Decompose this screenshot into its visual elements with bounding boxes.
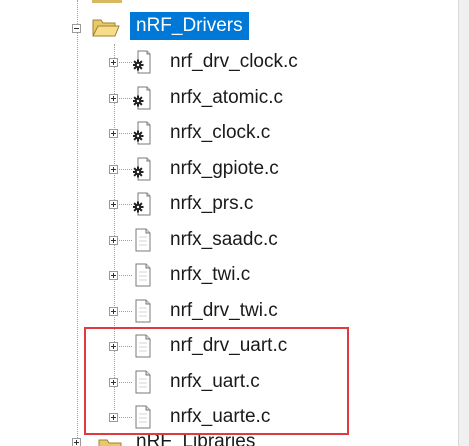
expand-icon[interactable] [109, 307, 118, 316]
c-file-icon [133, 228, 151, 252]
folder-label[interactable]: nRF_Drivers [130, 12, 249, 40]
file-label[interactable]: nrfx_gpiote.c [170, 157, 279, 181]
expand-icon[interactable] [109, 58, 118, 67]
file-label[interactable]: nrfx_atomic.c [170, 86, 283, 110]
expand-icon[interactable] [109, 342, 118, 351]
file-label[interactable]: nrfx_uart.c [170, 370, 260, 394]
expand-icon[interactable] [109, 165, 118, 174]
c-file-icon [133, 299, 151, 323]
expand-icon[interactable] [72, 438, 81, 446]
expand-icon[interactable] [109, 236, 118, 245]
expand-icon[interactable] [109, 94, 118, 103]
c-file-icon [133, 334, 151, 358]
c-file-icon [133, 370, 151, 394]
project-tree: nRF_Drivers nrf_drv_clock.c nrfx_atomic.c… [0, 0, 458, 446]
tree-file-item[interactable]: nrfx_uart.c [0, 366, 458, 400]
file-label[interactable]: nrf_drv_twi.c [170, 299, 278, 323]
closed-folder-icon [98, 439, 122, 446]
file-label[interactable]: nrfx_prs.c [170, 192, 253, 216]
tree-file-item[interactable]: nrfx_saadc.c [0, 224, 458, 258]
expand-icon[interactable] [109, 200, 118, 209]
tree-file-item[interactable]: nrf_drv_twi.c [0, 295, 458, 329]
tree-file-item[interactable]: nrf_drv_uart.c [0, 330, 458, 364]
tree-file-item[interactable]: nrfx_clock.c [0, 117, 458, 151]
file-label[interactable]: nrf_drv_uart.c [170, 334, 287, 358]
tree-file-item[interactable]: nrfx_twi.c [0, 259, 458, 293]
file-label[interactable]: nrfx_clock.c [170, 121, 270, 145]
expand-icon[interactable] [109, 413, 118, 422]
tree-folder-nrf-drivers[interactable]: nRF_Drivers [0, 12, 458, 46]
file-label[interactable]: nrf_drv_clock.c [170, 50, 298, 74]
tree-folder-nrf-libraries[interactable]: nRF_Libraries [0, 430, 458, 446]
collapse-icon[interactable] [72, 24, 81, 33]
c-file-with-gear-icon [132, 121, 151, 145]
file-label[interactable]: nrfx_twi.c [170, 263, 250, 287]
tree-file-item[interactable]: nrf_drv_clock.c [0, 46, 458, 80]
c-file-icon [133, 263, 151, 287]
c-file-with-gear-icon [132, 86, 151, 110]
folder-label[interactable]: nRF_Libraries [136, 430, 255, 446]
tree-file-item[interactable]: nrfx_atomic.c [0, 82, 458, 116]
tree-file-item[interactable]: nrfx_gpiote.c [0, 153, 458, 187]
c-file-with-gear-icon [132, 50, 151, 74]
c-file-with-gear-icon [132, 157, 151, 181]
expand-icon[interactable] [109, 378, 118, 387]
c-file-icon [133, 405, 151, 429]
c-file-with-gear-icon [132, 192, 151, 216]
previous-row-fragment [92, 0, 122, 3]
file-label[interactable]: nrfx_saadc.c [170, 228, 278, 252]
expand-icon[interactable] [109, 129, 118, 138]
tree-file-item[interactable]: nrfx_prs.c [0, 188, 458, 222]
vertical-scrollbar[interactable] [458, 0, 469, 446]
expand-icon[interactable] [109, 271, 118, 280]
open-folder-icon [92, 19, 120, 37]
file-label[interactable]: nrfx_uarte.c [170, 405, 270, 429]
